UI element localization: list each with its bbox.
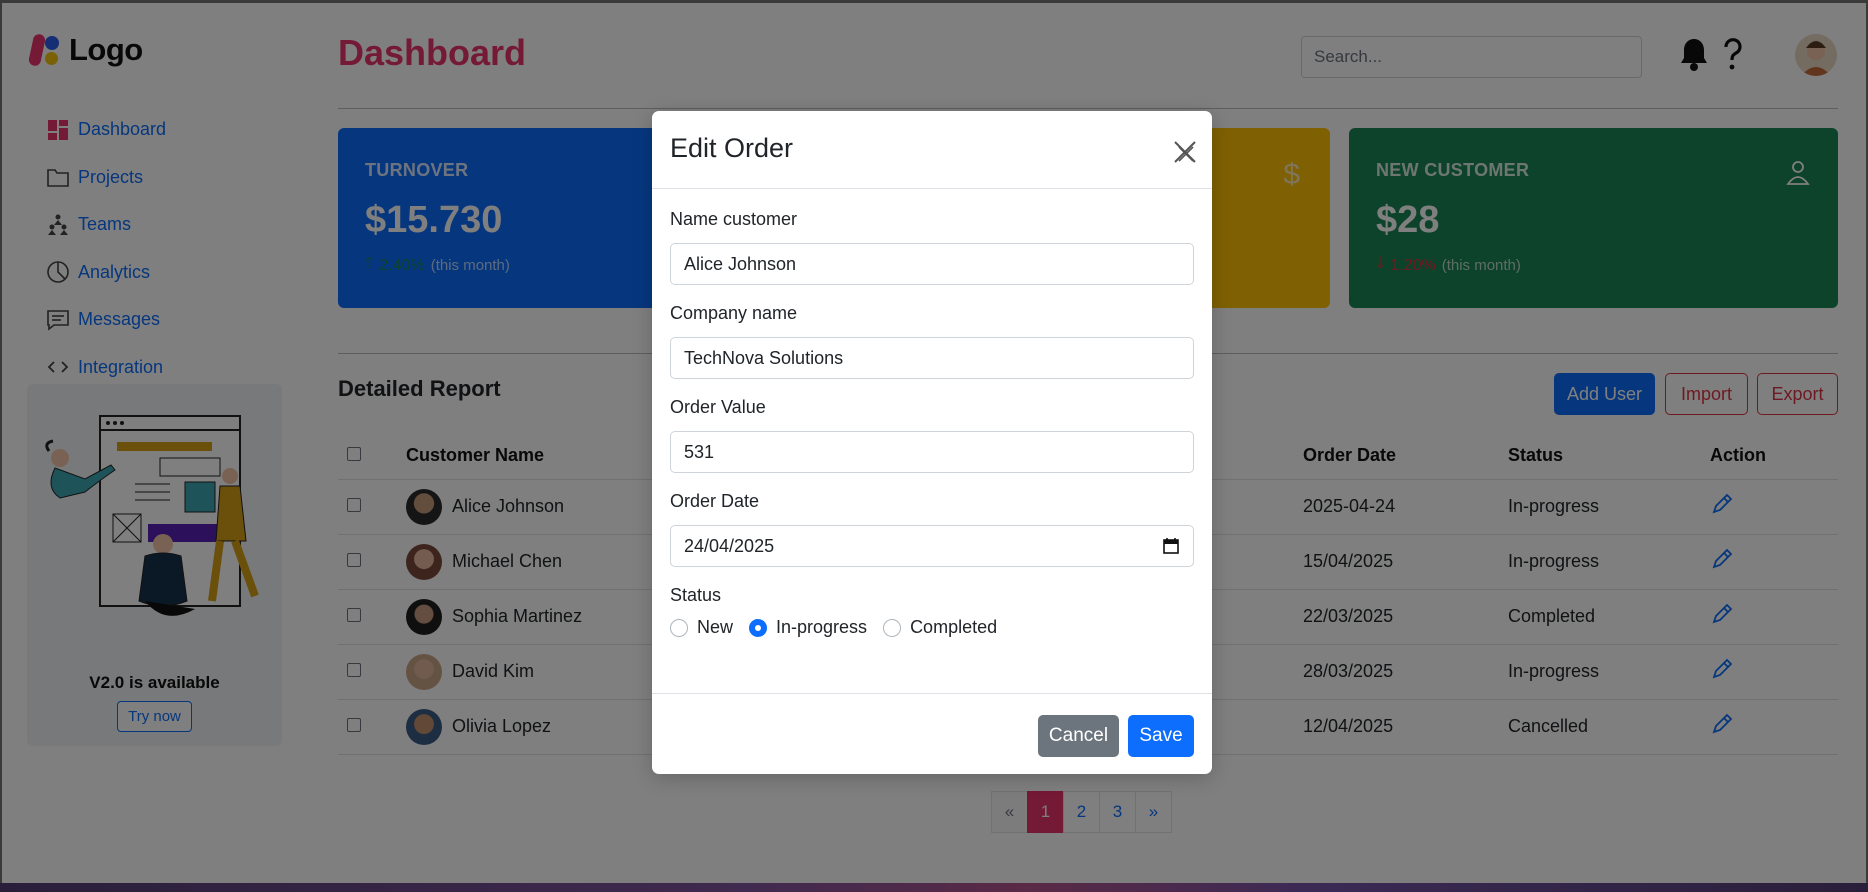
radio-button[interactable] [883,618,902,637]
radio-button[interactable] [749,618,768,637]
status-radio-in-progress[interactable]: In-progress [749,617,867,638]
calendar-icon[interactable] [1162,537,1180,555]
order-date-value: 24/04/2025 [684,535,775,556]
company-label: Company name [670,303,798,323]
name-field-group: Name customer Alice Johnson [670,209,1194,285]
order-value-input[interactable]: 531 [670,431,1194,473]
radio-button[interactable] [670,618,688,637]
status-field-group: Status New In-progress Completed [670,585,1194,638]
order-value-label: Order Value [670,397,766,417]
modal-header: Edit Order [652,111,1212,189]
company-field-group: Company name TechNova Solutions [670,303,1194,379]
save-button[interactable]: Save [1128,715,1194,757]
status-radio-group: New In-progress Completed [670,617,1194,638]
radio-label: In-progress [776,617,868,637]
modal-title: Edit Order [670,133,794,163]
cancel-button[interactable]: Cancel [1038,715,1119,757]
status-label: Status [670,585,722,605]
edit-order-modal: Edit Order Name customer Alice Johnson C… [652,111,1212,774]
company-name-input[interactable]: TechNova Solutions [670,337,1194,379]
name-label: Name customer [670,209,798,229]
window-frame [0,0,1868,3]
status-radio-completed[interactable]: Completed [883,617,997,638]
name-customer-input[interactable]: Alice Johnson [670,243,1194,285]
order-date-field-group: Order Date 24/04/2025 [670,491,1194,567]
status-radio-new[interactable]: New [670,617,733,638]
radio-label: Completed [910,617,998,637]
order-date-input[interactable]: 24/04/2025 [670,525,1194,567]
order-value-field-group: Order Value 531 [670,397,1194,473]
modal-body: Name customer Alice Johnson Company name… [652,189,1212,638]
close-icon[interactable] [1172,139,1198,165]
order-date-label: Order Date [670,491,760,511]
radio-label: New [697,617,734,637]
taskbar [0,883,1868,892]
modal-footer: Cancel Save [652,693,1212,774]
window-frame [0,0,2,892]
